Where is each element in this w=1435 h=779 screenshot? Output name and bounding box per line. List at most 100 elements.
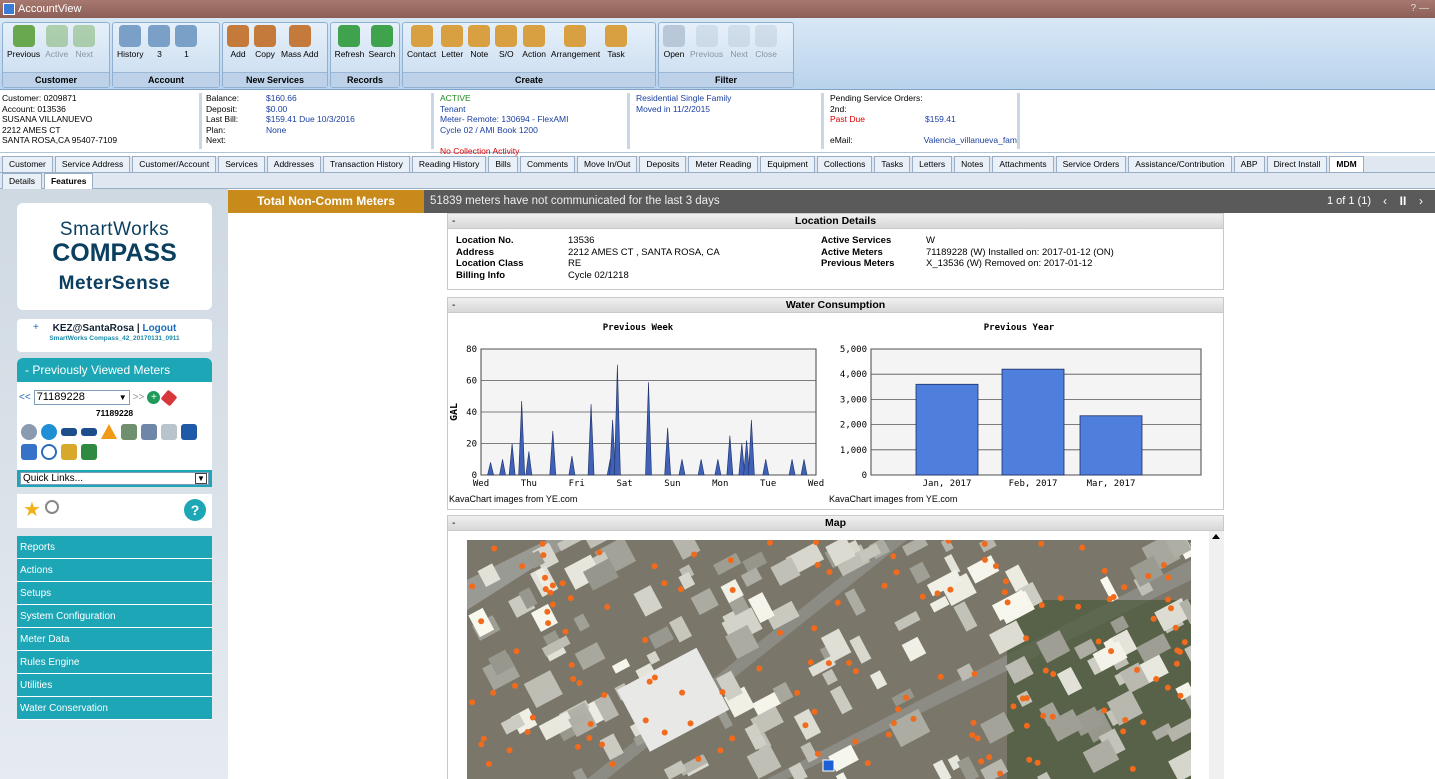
add-icon[interactable]: + [147,391,161,404]
tab-move-in-out[interactable]: Move In/Out [577,156,638,172]
ribbon-button-copy[interactable]: Copy [252,25,278,59]
ribbon-button-action[interactable]: Action [520,25,548,59]
logout-link[interactable]: Logout [142,323,176,334]
tab-meter-reading[interactable]: Meter Reading [688,156,759,172]
clock-icon[interactable] [41,444,57,460]
tools-icon[interactable] [161,424,177,440]
ribbon-button-label: Next [75,49,93,59]
panel-header[interactable]: - Location Details [448,214,1223,229]
tab-equipment[interactable]: Equipment [760,156,815,172]
tab-notes[interactable]: Notes [954,156,991,172]
meter-pin [814,561,821,568]
ribbon-button-mass-add[interactable]: Mass Add [279,25,320,59]
warning-icon[interactable] [101,424,117,439]
menu-item-utilities[interactable]: Utilities [17,674,212,697]
network-icon[interactable] [141,424,157,440]
meter-read-icon[interactable] [61,428,77,436]
menu-item-actions[interactable]: Actions [17,559,212,582]
world-icon[interactable] [41,424,57,440]
window-controls-icon[interactable]: ? — [1411,0,1429,18]
panel-header[interactable]: - Map [448,516,1223,531]
help-icon[interactable]: ? [184,499,206,521]
ribbon-button-search[interactable]: Search [367,25,397,59]
ribbon-button-s-o[interactable]: S/O [493,25,519,59]
pause-icon[interactable]: II [1395,194,1411,209]
ribbon-button-previous[interactable]: Previous [688,25,725,59]
prev-meter-button[interactable]: << [19,392,31,403]
ribbon-button-1[interactable]: 1 [173,25,199,59]
ribbon-button-previous[interactable]: Previous [5,25,42,59]
menu-item-rules-engine[interactable]: Rules Engine [17,651,212,674]
tab-service-address[interactable]: Service Address [54,156,131,172]
device-icon[interactable] [121,424,137,440]
tab-bills[interactable]: Bills [488,156,518,172]
scroll-up-icon[interactable] [1212,534,1220,539]
tab-letters[interactable]: Letters [912,156,953,172]
ribbon-button-close[interactable]: Close [753,25,779,59]
tab-service-orders[interactable]: Service Orders [1055,156,1127,172]
tab-reading-history[interactable]: Reading History [411,156,487,172]
menu-item-water-conservation[interactable]: Water Conservation [17,697,212,720]
prev-chevron-icon[interactable]: ‹ [1377,194,1393,209]
ribbon-button-active[interactable]: Active [43,25,70,59]
menu-item-reports[interactable]: Reports [17,536,212,559]
tab-abp[interactable]: ABP [1233,156,1265,172]
menu-item-system-configuration[interactable]: System Configuration [17,605,212,628]
menu-item-setups[interactable]: Setups [17,582,212,605]
ribbon-button-arrangement[interactable]: Arrangement [549,25,602,59]
bar [915,383,979,476]
next-chevron-icon[interactable]: › [1413,194,1429,209]
meter-pin [1038,602,1045,609]
satellite-map[interactable] [467,540,1191,779]
ribbon-button-refresh[interactable]: Refresh [333,25,366,59]
ribbon-button-letter[interactable]: Letter [439,25,465,59]
tab-customer[interactable]: Customer [2,156,53,172]
grid-icon[interactable] [21,444,37,460]
tab-direct-install[interactable]: Direct Install [1266,156,1328,172]
tab-addresses[interactable]: Addresses [266,156,321,172]
meter-pin [1164,684,1171,691]
menu-item-meter-data[interactable]: Meter Data [17,628,212,651]
y-tick-label: 0 [862,471,867,481]
subtab-features[interactable]: Features [43,173,94,189]
ribbon-button-add[interactable]: Add [225,25,251,59]
ribbon-button-open[interactable]: Open [661,25,687,59]
bar-chart-icon[interactable] [181,424,197,440]
tab-deposits[interactable]: Deposits [639,156,687,172]
ribbon-button-icon [338,25,361,47]
tab-assistance-contribution[interactable]: Assistance/Contribution [1128,156,1232,172]
map-scrollbar[interactable] [1209,531,1224,779]
ribbon-button-task[interactable]: Task [603,25,629,59]
tab-tasks[interactable]: Tasks [874,156,911,172]
window-title: AccountView [18,3,82,15]
banner-label[interactable]: Total Non-Comm Meters [228,190,424,213]
tab-services[interactable]: Services [218,156,265,172]
location-value: X_13536 (W) Removed on: 2017-01-12 [926,258,1093,269]
search-icon[interactable] [45,500,59,514]
tab-customer-account[interactable]: Customer/Account [132,156,217,172]
meter-read-2-icon[interactable] [81,428,97,436]
ribbon-button-next[interactable]: Next [71,25,97,59]
ribbon-button-history[interactable]: History [115,25,145,59]
globe-icon[interactable] [21,424,37,440]
tab-attachments[interactable]: Attachments [992,156,1054,172]
quick-links-select[interactable]: Quick Links... ▼ [17,470,212,487]
ribbon-button-3[interactable]: 3 [146,25,172,59]
subtab-details[interactable]: Details [2,173,42,189]
ribbon-button-contact[interactable]: Contact [405,25,438,59]
report-icon[interactable] [61,444,77,460]
eraser-icon[interactable] [160,389,178,406]
tab-mdm[interactable]: MDM [1329,156,1364,172]
next-meter-button[interactable]: >> [133,392,145,403]
tab-transaction-history[interactable]: Transaction History [322,156,410,172]
calendar-icon[interactable] [81,444,97,460]
favorite-star-icon[interactable]: ★ [23,500,41,520]
expand-plus-icon[interactable]: + [33,322,39,333]
tab-collections[interactable]: Collections [816,156,873,172]
tab-comments[interactable]: Comments [519,156,576,172]
panel-header[interactable]: - Water Consumption [448,298,1223,313]
meter-select[interactable]: 71189228 ▼ [33,390,130,405]
ribbon-button-next[interactable]: Next [726,25,752,59]
ribbon-button-note[interactable]: Note [466,25,492,59]
pvm-header[interactable]: - Previously Viewed Meters [17,358,212,382]
